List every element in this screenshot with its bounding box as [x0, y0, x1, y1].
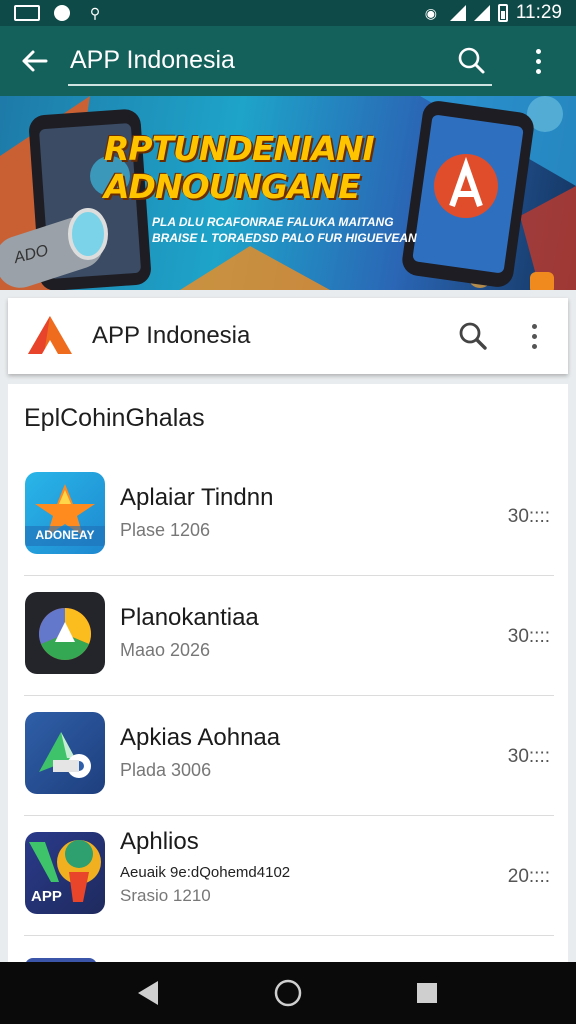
- wifi-icon: ◉: [424, 4, 437, 21]
- app-list-item[interactable]: Apkias Aohnaa Plada 3006 30::::: [8, 696, 568, 816]
- search-icon[interactable]: [458, 321, 488, 351]
- app-meta: 30::::: [507, 626, 550, 647]
- banner-subtext-line1: PLA DLU RCAFONRAE FALUKA MAITANG: [152, 215, 394, 229]
- pin-notification-icon: ⚲: [89, 4, 101, 21]
- app-icon: [25, 712, 105, 794]
- app-meta: 30::::: [507, 746, 550, 767]
- app-bar: APP Indonesia: [0, 26, 576, 96]
- banner-headline: RPTUNDENIANI ADNOUNGANE: [104, 130, 424, 206]
- banner-subtext: PLA DLU RCAFONRAE FALUKA MAITANG BRAISE …: [152, 214, 422, 246]
- app-name: Apkias Aohnaa: [120, 724, 281, 751]
- system-nav-bar: [0, 962, 576, 1024]
- app-name: Planokantiaa: [120, 604, 259, 631]
- app-secondary-subtitle: Srasio 1210: [120, 886, 211, 905]
- app-icon-label: ADONEAY: [35, 528, 95, 542]
- app-list-item[interactable]: ADONEAY Aplaiar Tindnn Plase 1206 30::::: [8, 456, 568, 576]
- gallery-notification-icon: [14, 5, 40, 21]
- square-recents-icon: [416, 983, 437, 1003]
- circle-home-icon: [274, 979, 302, 1007]
- arrow-left-icon: [22, 50, 48, 72]
- search-icon[interactable]: [456, 45, 486, 75]
- app-list-item[interactable]: APP Aphlios Aeuaik 9e:dQohemd4102 Srasio…: [8, 816, 568, 936]
- banner-subtext-line2: BRAISE L TORAEDSD PALO FUR HIGUEVEAN: [152, 231, 417, 245]
- banner-headline-line1: RPTUNDENIANI: [104, 129, 375, 168]
- app-icon: ADONEAY: [25, 472, 105, 554]
- overflow-menu-button[interactable]: [508, 26, 568, 96]
- app-icon-label: APP: [31, 888, 62, 905]
- triangle-back-icon: [138, 981, 159, 1005]
- nav-recents-button[interactable]: [407, 973, 447, 1013]
- app-meta: 30::::: [507, 506, 550, 527]
- promo-banner[interactable]: RPTUNDENIANI ADNOUNGANE PLA DLU RCAFONRA…: [0, 96, 576, 290]
- app-list-item[interactable]: Planokantiaa Maao 2026 30::::: [8, 576, 568, 696]
- status-time: 11:29: [515, 2, 562, 23]
- app-icon: APP: [25, 832, 105, 914]
- back-button[interactable]: [0, 26, 68, 96]
- app-subtitle: Maao 2026: [120, 640, 211, 660]
- divider: [24, 935, 554, 936]
- store-header-title: APP Indonesia: [92, 322, 251, 349]
- signal-icon-2: [473, 5, 490, 21]
- app-store-logo-icon: [28, 316, 72, 354]
- more-options-button[interactable]: [514, 316, 554, 356]
- app-name: Aphlios: [120, 828, 199, 855]
- app-icon: [25, 592, 105, 674]
- search-input[interactable]: APP Indonesia: [68, 36, 492, 86]
- banner-headline-line2: ADNOUNGANE: [104, 167, 361, 206]
- app-subtitle: Plada 3006: [120, 760, 212, 780]
- nav-home-button[interactable]: [268, 973, 308, 1013]
- more-vert-icon: [531, 323, 537, 349]
- app-subtitle: Aeuaik 9e:dQohemd4102: [120, 864, 291, 881]
- app-name: Aplaiar Tindnn: [120, 484, 274, 511]
- signal-icon-1: [449, 5, 466, 21]
- app-meta: 20::::: [507, 866, 550, 887]
- battery-icon: [497, 4, 508, 22]
- section-title: EplCohinGhalas: [24, 404, 205, 432]
- search-input-value: APP Indonesia: [70, 45, 235, 74]
- more-vert-icon: [535, 48, 541, 74]
- app-subtitle: Plase 1206: [120, 520, 211, 540]
- store-header-card: APP Indonesia: [8, 298, 568, 374]
- circle-notification-icon: [54, 5, 70, 21]
- app-list-panel: EplCohinGhalas ADONEAY Aplaiar Tindnn Pl…: [8, 384, 568, 984]
- status-bar: ⚲ ◉ 11:29: [0, 0, 576, 26]
- nav-back-button[interactable]: [129, 973, 169, 1013]
